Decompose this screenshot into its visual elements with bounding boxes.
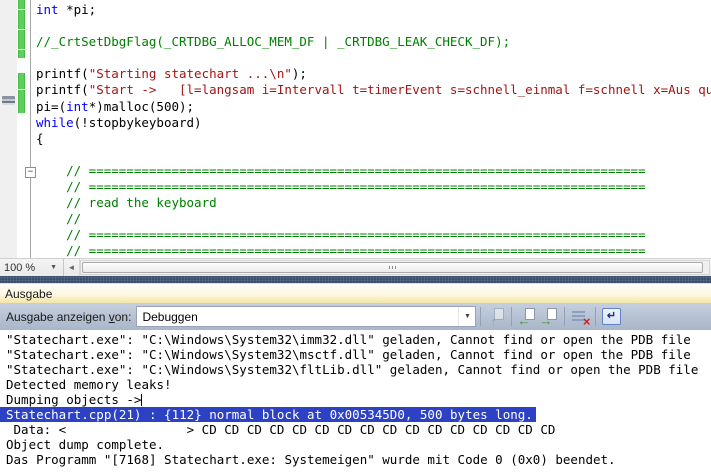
output-source-combobox[interactable]: Debuggen ▼ xyxy=(136,306,476,327)
output-toolbar: Ausgabe anzeigen von: Debuggen ▼ ↑ ← → ×… xyxy=(0,303,711,330)
editor-icon-margin[interactable] xyxy=(0,0,17,258)
output-line[interactable]: "Statechart.exe": "C:\Windows\System32\f… xyxy=(0,362,711,377)
clear-all-button[interactable]: × xyxy=(569,306,591,328)
code-line[interactable]: // =====================================… xyxy=(36,227,711,243)
show-output-from-label: Ausgabe anzeigen von: xyxy=(6,310,131,324)
output-text-area[interactable]: "Statechart.exe": "C:\Windows\System32\i… xyxy=(0,330,711,472)
code-line[interactable] xyxy=(36,18,711,34)
code-line[interactable]: // =====================================… xyxy=(36,163,711,179)
pane-splitter[interactable] xyxy=(0,276,711,283)
output-line[interactable]: Detected memory leaks! xyxy=(0,377,711,392)
scrollbar-track[interactable] xyxy=(80,260,710,275)
scrollbar-grip-icon xyxy=(389,266,397,269)
code-line[interactable]: // =====================================… xyxy=(36,243,711,258)
output-line[interactable]: Data: < > CD CD CD CD CD CD CD CD CD CD … xyxy=(0,422,711,437)
code-line[interactable]: pi=(int*)malloc(500); xyxy=(36,99,711,115)
output-line[interactable]: Das Programm "[7168] Statechart.exe: Sys… xyxy=(0,452,711,467)
code-line[interactable] xyxy=(36,147,711,163)
scrollbar-thumb[interactable] xyxy=(82,262,703,273)
code-line[interactable]: { xyxy=(36,131,711,147)
changed-lines-bar xyxy=(18,90,25,113)
toolbar-separator xyxy=(511,307,512,326)
outlining-guide-line xyxy=(30,0,31,258)
changed-lines-bar xyxy=(18,0,25,9)
editor-zoom-control[interactable]: 100 % ▼ xyxy=(0,259,64,276)
zoom-level-value: 100 % xyxy=(4,262,50,274)
arrow-left-icon: ← xyxy=(517,314,530,327)
scroll-left-button[interactable]: ◄ xyxy=(64,259,80,276)
next-message-button[interactable]: → xyxy=(538,306,560,328)
toolbar-separator xyxy=(564,307,565,326)
red-x-icon: × xyxy=(583,315,591,328)
code-editor[interactable]: − int *pi; //_CrtSetDbgFlag(_CRTDBG_ALLOC… xyxy=(0,0,711,258)
output-line[interactable]: "Statechart.exe": "C:\Windows\System32\m… xyxy=(0,347,711,362)
toolbar-separator xyxy=(480,307,481,326)
code-line[interactable]: printf("Starting statechart ...\n"); xyxy=(36,66,711,82)
code-line[interactable]: while(!stopbykeyboard) xyxy=(36,115,711,131)
text-caret xyxy=(141,394,142,406)
code-line[interactable]: // =====================================… xyxy=(36,179,711,195)
output-source-value: Debuggen xyxy=(142,310,197,324)
output-panel-title: Ausgabe xyxy=(5,287,52,301)
changed-lines-bar xyxy=(18,50,25,58)
editor-horizontal-scrollbar: 100 % ▼ ◄ xyxy=(0,258,711,276)
arrow-up-icon: ↑ xyxy=(490,315,497,328)
code-line[interactable]: // xyxy=(36,211,711,227)
word-wrap-icon: ↵ xyxy=(602,308,621,325)
vs-ide-window: − int *pi; //_CrtSetDbgFlag(_CRTDBG_ALLOC… xyxy=(0,0,711,472)
goto-message-button[interactable]: ↑ xyxy=(485,306,507,328)
output-line-selected[interactable]: Statechart.cpp(21) : {112} normal block … xyxy=(0,407,536,422)
chevron-down-icon[interactable]: ▼ xyxy=(458,307,475,326)
output-line[interactable]: Object dump complete. xyxy=(0,437,711,452)
output-line[interactable]: "Statechart.exe": "C:\Windows\System32\i… xyxy=(0,332,711,347)
code-lines[interactable]: int *pi; //_CrtSetDbgFlag(_CRTDBG_ALLOC_M… xyxy=(36,2,711,258)
word-wrap-toggle-button[interactable]: ↵ xyxy=(600,307,622,327)
code-line[interactable]: int *pi; xyxy=(36,2,711,18)
code-line[interactable]: // read the keyboard xyxy=(36,195,711,211)
arrow-right-icon: → xyxy=(539,314,552,327)
output-line[interactable]: Dumping objects -> xyxy=(0,392,711,407)
collapse-toggle[interactable]: − xyxy=(25,167,36,178)
toolbar-separator xyxy=(595,307,596,326)
code-line[interactable] xyxy=(36,50,711,66)
changed-lines-bar xyxy=(18,10,25,29)
changed-lines-bar xyxy=(18,73,25,89)
changed-lines-bar xyxy=(18,30,25,49)
code-line[interactable]: //_CrtSetDbgFlag(_CRTDBG_ALLOC_MEM_DF | … xyxy=(36,34,711,50)
chevron-down-icon: ▼ xyxy=(50,264,59,271)
gutter-marker-icon[interactable] xyxy=(2,96,15,105)
code-line[interactable]: printf("Start -> [l=langsam i=Intervall … xyxy=(36,82,711,98)
previous-message-button[interactable]: ← xyxy=(516,306,538,328)
output-panel-titlebar[interactable]: Ausgabe xyxy=(0,283,711,303)
